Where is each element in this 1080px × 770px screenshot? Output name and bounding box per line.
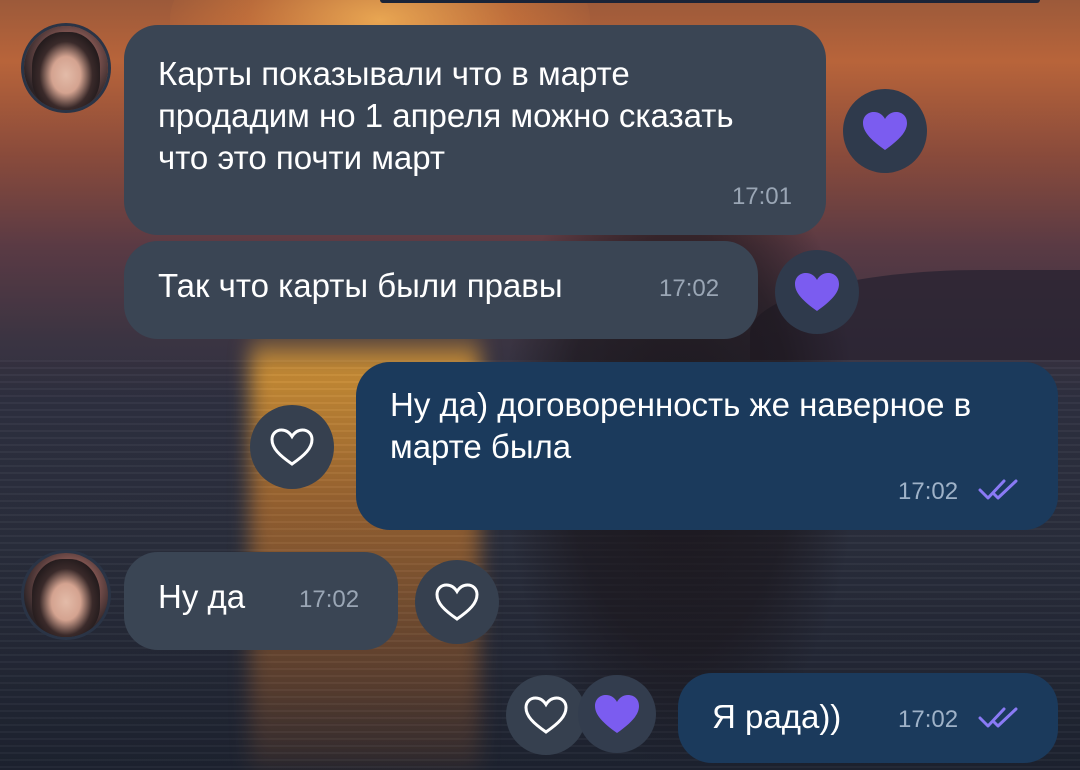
message-time: 17:02 <box>299 586 360 613</box>
message-text: Так что карты были правы <box>158 267 563 304</box>
message-text: Я рада)) <box>712 698 842 735</box>
reaction-heart-outline[interactable] <box>415 560 499 644</box>
avatar[interactable] <box>24 26 108 110</box>
double-check-icon <box>978 707 1018 728</box>
incoming-message-bubble[interactable]: Карты показывали что в марте продадим но… <box>124 25 826 235</box>
message-text: Карты показывали что в марте продадим но… <box>158 55 734 176</box>
read-status <box>978 706 1022 735</box>
incoming-message-bubble[interactable]: Так что карты были правы 17:02 <box>124 241 758 339</box>
heart-outline-icon <box>270 428 314 466</box>
reaction-heart-outline[interactable] <box>506 675 586 755</box>
message-time: 17:02 <box>898 478 959 505</box>
heart-outline-icon <box>524 696 568 734</box>
message-time: 17:01 <box>731 183 792 210</box>
heart-filled-icon <box>595 695 639 733</box>
double-check-icon <box>978 479 1018 500</box>
incoming-message-bubble[interactable]: Ну да 17:02 <box>124 552 398 650</box>
avatar-photo <box>32 559 100 637</box>
message-text: Ну да) договоренность же наверное в март… <box>390 386 972 465</box>
avatar-photo <box>32 32 100 110</box>
avatar[interactable] <box>24 553 108 637</box>
message-text: Ну да <box>158 578 246 615</box>
heart-filled-icon <box>863 112 907 150</box>
reaction-heart-filled[interactable] <box>843 89 927 173</box>
heart-filled-icon <box>795 273 839 311</box>
heart-outline-icon <box>435 583 479 621</box>
message-time: 17:02 <box>898 706 959 733</box>
read-status <box>978 478 1022 507</box>
outgoing-message-bubble[interactable]: Я рада)) 17:02 <box>678 673 1058 763</box>
message-time: 17:02 <box>659 275 720 302</box>
outgoing-message-bubble[interactable]: Ну да) договоренность же наверное в март… <box>356 362 1058 530</box>
reaction-heart-filled[interactable] <box>775 250 859 334</box>
reaction-heart-filled[interactable] <box>578 675 656 753</box>
previous-message-edge <box>380 0 1040 3</box>
reaction-heart-outline[interactable] <box>250 405 334 489</box>
